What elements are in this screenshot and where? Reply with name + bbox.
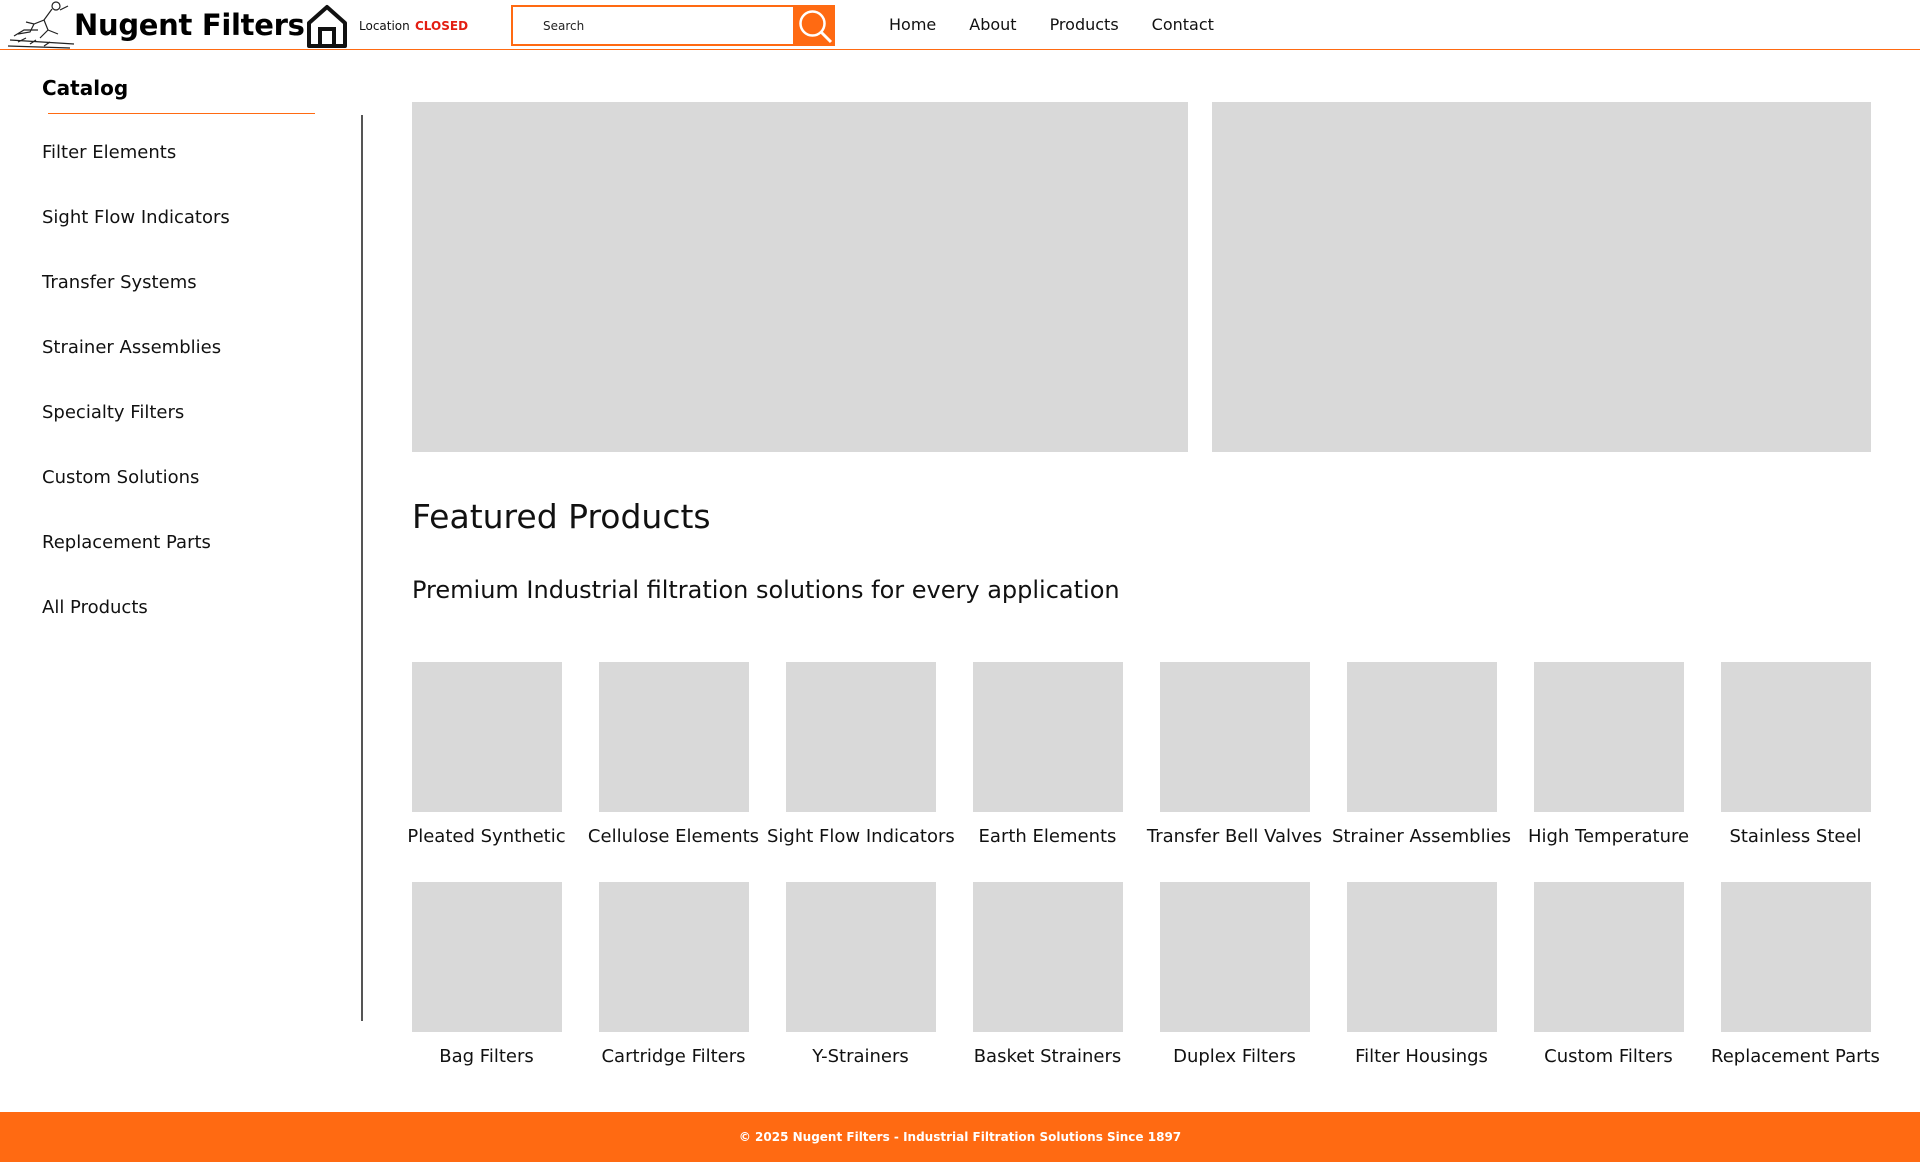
product-image[interactable] bbox=[785, 882, 936, 1032]
product-card[interactable]: Transfer Bell Valves bbox=[1141, 662, 1328, 847]
brand-name[interactable]: Nugent Filters bbox=[74, 8, 305, 42]
product-label[interactable]: Duplex Filters bbox=[1141, 1046, 1328, 1067]
product-card[interactable]: Strainer Assemblies bbox=[1328, 662, 1515, 847]
promo-banner-image[interactable] bbox=[1212, 102, 1871, 452]
sidebar-item-filter-elements[interactable]: Filter Elements bbox=[42, 142, 230, 207]
nav-about[interactable]: About bbox=[969, 15, 1016, 34]
product-card[interactable]: Duplex Filters bbox=[1141, 882, 1328, 1067]
sidebar-item-transfer-systems[interactable]: Transfer Systems bbox=[42, 272, 230, 337]
product-image[interactable] bbox=[1720, 882, 1871, 1032]
product-image[interactable] bbox=[411, 662, 562, 812]
product-image[interactable] bbox=[785, 662, 936, 812]
featured-products-title: Featured Products bbox=[412, 497, 711, 536]
product-card[interactable]: Cellulose Elements bbox=[580, 662, 767, 847]
sidebar-item-all-products[interactable]: All Products bbox=[42, 597, 230, 662]
product-label[interactable]: Y-Strainers bbox=[767, 1046, 954, 1067]
product-label[interactable]: Strainer Assemblies bbox=[1328, 826, 1515, 847]
product-card[interactable]: Pleated Synthetic bbox=[393, 662, 580, 847]
featured-products-subtitle: Premium Industrial filtration solutions … bbox=[412, 576, 1120, 604]
product-label[interactable]: Sight Flow Indicators bbox=[767, 826, 955, 847]
search-field[interactable] bbox=[511, 5, 795, 46]
logo-sketch-icon[interactable] bbox=[4, 0, 78, 50]
location-label: Location bbox=[359, 19, 410, 33]
product-card[interactable]: Custom Filters bbox=[1515, 882, 1702, 1067]
product-label[interactable]: Filter Housings bbox=[1328, 1046, 1515, 1067]
search-icon bbox=[799, 10, 833, 44]
search-input[interactable] bbox=[513, 7, 793, 44]
nav-contact[interactable]: Contact bbox=[1152, 15, 1214, 34]
product-label[interactable]: Basket Strainers bbox=[954, 1046, 1141, 1067]
home-icon[interactable] bbox=[305, 3, 349, 49]
product-card[interactable]: Basket Strainers bbox=[954, 882, 1141, 1067]
product-label[interactable]: Cellulose Elements bbox=[580, 826, 767, 847]
product-label[interactable]: Earth Elements bbox=[954, 826, 1141, 847]
product-card[interactable]: Sight Flow Indicators bbox=[767, 662, 955, 847]
location-status-badge: CLOSED bbox=[415, 19, 469, 33]
footer-copyright: © 2025 Nugent Filters - Industrial Filtr… bbox=[738, 1130, 1182, 1144]
sidebar-item-specialty-filters[interactable]: Specialty Filters bbox=[42, 402, 230, 467]
product-label[interactable]: Bag Filters bbox=[393, 1046, 580, 1067]
product-card[interactable]: Bag Filters bbox=[393, 882, 580, 1067]
product-image[interactable] bbox=[1720, 662, 1871, 812]
product-label[interactable]: Transfer Bell Valves bbox=[1141, 826, 1328, 847]
product-label[interactable]: High Temperature bbox=[1515, 826, 1702, 847]
sidebar-item-replacement-parts[interactable]: Replacement Parts bbox=[42, 532, 230, 597]
main-nav: Home About Products Contact bbox=[889, 15, 1247, 34]
sidebar-title-underline bbox=[48, 113, 315, 114]
product-card[interactable]: Earth Elements bbox=[954, 662, 1141, 847]
sidebar-catalog-list: Filter Elements Sight Flow Indicators Tr… bbox=[42, 142, 230, 662]
hero-banner-image[interactable] bbox=[412, 102, 1188, 452]
site-header: Nugent Filters Location CLOSED Home Abou… bbox=[0, 0, 1920, 50]
product-image[interactable] bbox=[1346, 662, 1497, 812]
product-label[interactable]: Cartridge Filters bbox=[580, 1046, 767, 1067]
product-card[interactable]: Stainless Steel bbox=[1702, 662, 1889, 847]
product-image[interactable] bbox=[598, 662, 749, 812]
nav-home[interactable]: Home bbox=[889, 15, 936, 34]
product-image[interactable] bbox=[1346, 882, 1497, 1032]
sidebar-item-custom-solutions[interactable]: Custom Solutions bbox=[42, 467, 230, 532]
sidebar-item-strainer-assemblies[interactable]: Strainer Assemblies bbox=[42, 337, 230, 402]
product-image[interactable] bbox=[972, 662, 1123, 812]
product-card[interactable]: Y-Strainers bbox=[767, 882, 954, 1067]
site-footer: © 2025 Nugent Filters - Industrial Filtr… bbox=[0, 1112, 1920, 1162]
product-image[interactable] bbox=[1533, 662, 1684, 812]
product-card[interactable]: High Temperature bbox=[1515, 662, 1702, 847]
product-image[interactable] bbox=[1159, 882, 1310, 1032]
product-image[interactable] bbox=[598, 882, 749, 1032]
product-card[interactable]: Cartridge Filters bbox=[580, 882, 767, 1067]
product-image[interactable] bbox=[1159, 662, 1310, 812]
product-label[interactable]: Replacement Parts bbox=[1702, 1046, 1889, 1067]
product-image[interactable] bbox=[972, 882, 1123, 1032]
product-card[interactable]: Replacement Parts bbox=[1702, 882, 1889, 1067]
product-label[interactable]: Pleated Synthetic bbox=[393, 826, 580, 847]
product-label[interactable]: Custom Filters bbox=[1515, 1046, 1702, 1067]
nav-products[interactable]: Products bbox=[1050, 15, 1119, 34]
product-card[interactable]: Filter Housings bbox=[1328, 882, 1515, 1067]
product-label[interactable]: Stainless Steel bbox=[1702, 826, 1889, 847]
product-image[interactable] bbox=[411, 882, 562, 1032]
sidebar-item-sight-flow-indicators[interactable]: Sight Flow Indicators bbox=[42, 207, 230, 272]
search-button[interactable] bbox=[794, 5, 835, 46]
sidebar-title: Catalog bbox=[42, 76, 129, 100]
sidebar-divider bbox=[361, 115, 363, 1021]
product-image[interactable] bbox=[1533, 882, 1684, 1032]
